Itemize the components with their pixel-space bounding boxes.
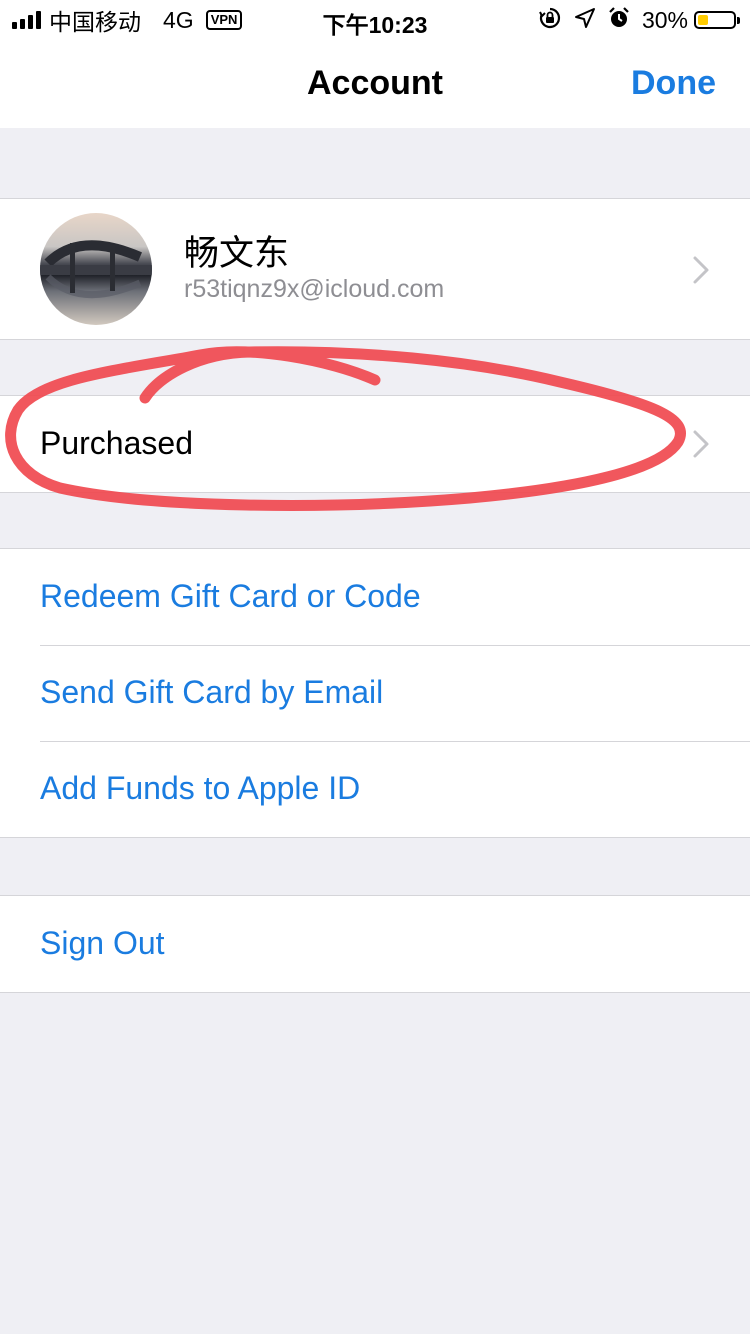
redeem-gift-card-label: Redeem Gift Card or Code: [40, 578, 421, 614]
add-funds-label: Add Funds to Apple ID: [40, 770, 361, 806]
sign-out-group: Sign Out: [0, 895, 750, 993]
purchased-row[interactable]: Purchased: [0, 396, 750, 492]
battery-percent: 30%: [641, 6, 688, 33]
redeem-gift-card-button[interactable]: Redeem Gift Card or Code: [0, 549, 750, 645]
sign-out-label: Sign Out: [40, 925, 165, 961]
location-arrow-icon: [574, 7, 596, 34]
gift-actions-group: Redeem Gift Card or Code Send Gift Card …: [0, 548, 750, 838]
purchased-label: Purchased: [40, 425, 193, 461]
add-funds-button[interactable]: Add Funds to Apple ID: [0, 741, 750, 837]
send-gift-card-label: Send Gift Card by Email: [40, 674, 384, 710]
orientation-lock-icon: [538, 6, 562, 35]
alarm-icon: [608, 6, 630, 34]
avatar: [40, 213, 152, 325]
chevron-right-icon: [693, 430, 709, 458]
chevron-right-icon: [693, 256, 709, 284]
send-gift-card-button[interactable]: Send Gift Card by Email: [0, 645, 750, 741]
battery-fill: [698, 15, 708, 25]
status-bar: 中国移动 4G VPN 下午10:23 30%: [0, 0, 750, 40]
battery-icon: [694, 11, 740, 29]
profile-name: 畅文东: [184, 234, 290, 274]
navigation-bar: Account Done: [0, 40, 750, 128]
profile-row[interactable]: 畅文东 r53tiqnz9x@icloud.com: [0, 199, 750, 339]
purchased-group: Purchased: [0, 395, 750, 493]
profile-group: 畅文东 r53tiqnz9x@icloud.com: [0, 198, 750, 340]
profile-email: r53tiqnz9x@icloud.com: [184, 275, 445, 303]
sign-out-button[interactable]: Sign Out: [0, 896, 750, 992]
status-bar-right: 30%: [526, 6, 740, 35]
done-button[interactable]: Done: [631, 64, 716, 103]
